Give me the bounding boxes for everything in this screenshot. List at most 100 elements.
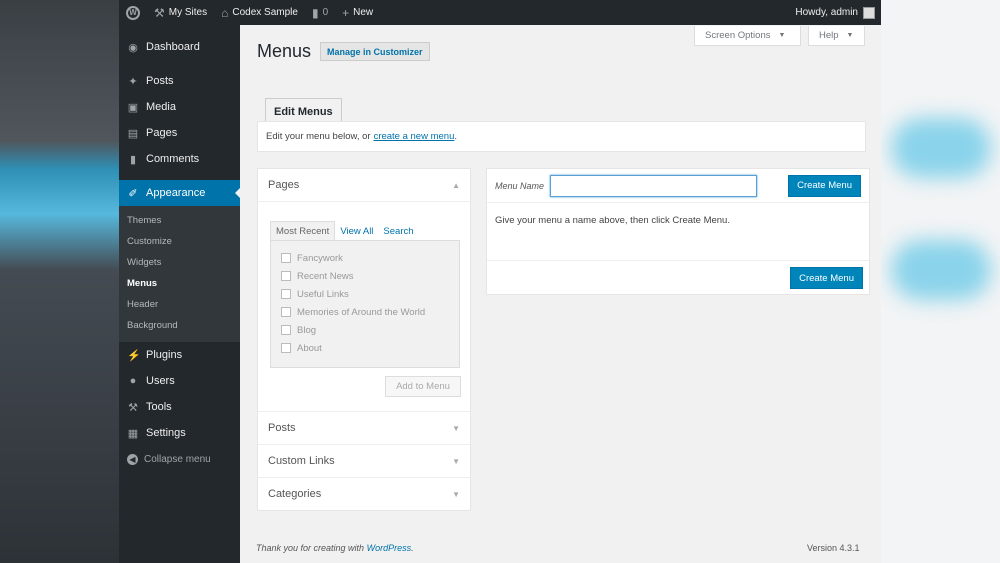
wordpress-link[interactable]: WordPress: [367, 543, 412, 553]
collapse-menu-button[interactable]: ◀ Collapse menu: [119, 446, 240, 472]
page-label: Useful Links: [297, 288, 349, 300]
sidebar-item-appearance[interactable]: ✐ Appearance: [119, 180, 240, 206]
admin-sidebar: ◉ Dashboard ✦ Posts ▣ Media ▤ Pages ▮ Co…: [119, 25, 240, 563]
background-blob: [891, 118, 991, 178]
tab-search[interactable]: Search: [378, 221, 418, 241]
wrench-icon: ⚒: [128, 401, 138, 414]
list-item[interactable]: Recent News: [281, 267, 449, 285]
sidebar-item-label: Appearance: [146, 187, 206, 199]
accordion-section-pages[interactable]: Pages ▲: [258, 169, 470, 202]
sidebar-item-dashboard[interactable]: ◉ Dashboard: [119, 34, 240, 60]
site-name-menu[interactable]: ⌂ Codex Sample: [214, 0, 305, 25]
checkbox[interactable]: [281, 271, 291, 281]
notice-suffix: .: [454, 131, 457, 142]
pin-icon: ✦: [128, 75, 138, 88]
sidebar-item-label: Pages: [146, 127, 178, 139]
howdy-label: Howdy, admin: [795, 7, 858, 18]
submenu-item-customize[interactable]: Customize: [119, 231, 240, 252]
chevron-down-icon: ▼: [452, 423, 460, 433]
page-label: Recent News: [297, 270, 354, 282]
sidebar-item-pages[interactable]: ▤ Pages: [119, 120, 240, 146]
checkbox[interactable]: [281, 343, 291, 353]
screen-options-label: Screen Options: [705, 30, 771, 41]
menu-items-accordion: Pages ▲ Most Recent View All Search Fanc…: [257, 168, 471, 511]
accordion-section-posts[interactable]: Posts ▼: [258, 411, 470, 444]
my-sites-menu[interactable]: ⚒ My Sites: [147, 0, 214, 25]
checkbox[interactable]: [281, 289, 291, 299]
create-menu-button[interactable]: Create Menu: [788, 174, 861, 197]
list-item[interactable]: Useful Links: [281, 285, 449, 303]
sidebar-item-posts[interactable]: ✦ Posts: [119, 68, 240, 94]
caret-down-icon: ▼: [846, 32, 854, 39]
dashboard-icon: ◉: [128, 41, 138, 54]
caret-down-icon: ▼: [778, 32, 786, 39]
page-label: Blog: [297, 324, 317, 336]
sidebar-item-label: Comments: [146, 153, 200, 165]
submenu-item-background[interactable]: Background: [119, 315, 240, 336]
avatar: [863, 6, 875, 19]
checkbox[interactable]: [281, 325, 291, 335]
accordion-section-categories[interactable]: Categories ▼: [258, 477, 470, 510]
my-sites-label: My Sites: [168, 7, 208, 18]
menu-editor-header: Menu Name Create Menu: [487, 169, 869, 203]
background-right: [881, 0, 1000, 563]
background-blob: [891, 240, 991, 300]
help-label: Help: [819, 30, 839, 41]
collapse-label: Collapse menu: [144, 453, 211, 465]
sidebar-item-label: Media: [146, 101, 176, 113]
chevron-down-icon: ▼: [452, 456, 460, 466]
sidebar-item-label: Tools: [146, 401, 172, 413]
add-to-menu-button[interactable]: Add to Menu: [385, 376, 461, 397]
page-title: Menus: [257, 41, 312, 61]
new-label: New: [353, 7, 374, 18]
sidebar-item-media[interactable]: ▣ Media: [119, 94, 240, 120]
menu-editor: Menu Name Create Menu Give your menu a n…: [486, 168, 870, 295]
wp-logo-menu[interactable]: W: [119, 0, 147, 25]
submenu-item-themes[interactable]: Themes: [119, 210, 240, 231]
settings-icon: ▦: [127, 427, 139, 440]
home-icon: ⌂: [221, 5, 229, 20]
wrench-icon: ⚒: [154, 5, 165, 20]
submenu-item-widgets[interactable]: Widgets: [119, 252, 240, 273]
my-account-menu[interactable]: Howdy, admin: [795, 6, 881, 19]
manage-in-customizer-button[interactable]: Manage in Customizer: [320, 42, 430, 61]
wordpress-logo-icon: W: [126, 5, 140, 20]
screen-options-button[interactable]: Screen Options ▼: [694, 26, 801, 46]
site-name-label: Codex Sample: [232, 7, 298, 18]
submenu-item-header[interactable]: Header: [119, 294, 240, 315]
create-new-menu-link[interactable]: create a new menu: [374, 131, 455, 142]
create-menu-button[interactable]: Create Menu: [790, 267, 863, 289]
accordion-section-custom-links[interactable]: Custom Links ▼: [258, 444, 470, 477]
collapse-arrow-icon: ◀: [127, 453, 138, 465]
list-item[interactable]: About: [281, 339, 449, 357]
accordion-title: Pages: [268, 179, 300, 191]
tab-most-recent[interactable]: Most Recent: [270, 221, 336, 241]
sidebar-item-label: Settings: [146, 427, 186, 439]
sidebar-item-tools[interactable]: ⚒ Tools: [119, 394, 240, 420]
manage-menus-notice: Edit your menu below, or create a new me…: [257, 121, 866, 152]
page-label: Memories of Around the World: [297, 306, 426, 318]
page-label: About: [297, 342, 322, 354]
chevron-up-icon: ▲: [452, 180, 460, 190]
checkbox[interactable]: [281, 307, 291, 317]
tab-view-all[interactable]: View All: [335, 221, 378, 241]
submenu-item-menus[interactable]: Menus: [119, 273, 240, 294]
list-item[interactable]: Memories of Around the World: [281, 303, 449, 321]
help-button[interactable]: Help ▼: [808, 26, 865, 46]
sidebar-item-users[interactable]: ● Users: [119, 368, 240, 394]
new-content-menu[interactable]: + New: [335, 0, 380, 25]
comments-icon: ▮: [129, 153, 137, 166]
accordion-title: Custom Links: [268, 455, 335, 467]
comment-bubble-icon: ▮: [311, 5, 319, 20]
sidebar-item-plugins[interactable]: ⚡ Plugins: [119, 342, 240, 368]
pages-tabs: Most Recent View All Search: [270, 221, 460, 241]
comments-menu[interactable]: ▮ 0: [305, 0, 335, 25]
wp-admin-screen: W ⚒ My Sites ⌂ Codex Sample ▮ 0 + New Ho…: [119, 0, 881, 563]
sidebar-item-comments[interactable]: ▮ Comments: [119, 146, 240, 172]
sidebar-item-settings[interactable]: ▦ Settings: [119, 420, 240, 446]
list-item[interactable]: Blog: [281, 321, 449, 339]
menu-name-input[interactable]: [550, 174, 758, 197]
checkbox[interactable]: [281, 253, 291, 263]
footer-version: Version 4.3.1: [807, 543, 860, 553]
list-item[interactable]: Fancywork: [281, 249, 449, 267]
